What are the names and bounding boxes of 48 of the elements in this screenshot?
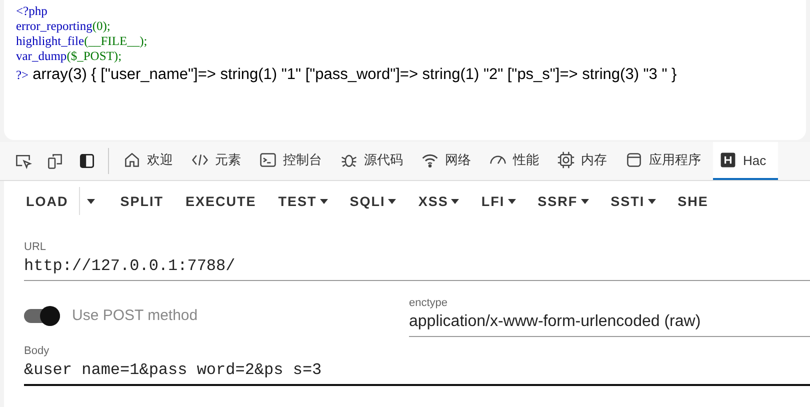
code-line: error_reporting(0);	[16, 19, 112, 34]
tab-icon	[625, 151, 643, 169]
code-line: highlight_file(__FILE__);	[16, 34, 148, 49]
body-field[interactable]: &user name=1&pass word=2&ps s=3	[24, 357, 810, 386]
php-closing-tag: ?>	[16, 68, 29, 83]
caret-icon	[388, 198, 396, 204]
menu-button[interactable]: EXECUTE	[174, 188, 268, 214]
url-label: URL	[24, 241, 48, 253]
menu-button[interactable]: SQLI	[338, 188, 408, 214]
devtools-tab[interactable]: 应用程序	[619, 142, 713, 180]
devtools-tab[interactable]: 控制台	[253, 142, 334, 180]
menu-button[interactable]: SHE	[666, 188, 720, 214]
enctype-field[interactable]: application/x-www-form-urlencoded (raw)	[409, 309, 810, 337]
menu-button[interactable]: LFI	[470, 188, 527, 214]
toggle-label: Use POST method	[72, 307, 198, 324]
enctype-label: enctype	[409, 297, 449, 309]
caret-icon	[648, 198, 656, 204]
devtools-tab[interactable]: 内存	[551, 142, 619, 180]
devtools-tab[interactable]: 欢迎	[117, 142, 185, 180]
tab-icon	[259, 151, 277, 169]
devtools-tab[interactable]: 网络	[415, 142, 483, 180]
body-label: Body	[24, 345, 50, 357]
var-dump-output: array(3) { ["user_name"]=> string(1) "1" ["pass_word"]=> string(1) "2" ["ps_s"]=> string(3) "3 " }	[32, 66, 677, 84]
devtools-tab[interactable]: Hac	[713, 142, 778, 180]
tab-icon	[557, 151, 575, 169]
url-field[interactable]: http://127.0.0.1:7788/	[24, 253, 810, 281]
post-toggle[interactable]	[24, 308, 60, 322]
devtools-tab[interactable]: 源代码	[334, 142, 415, 180]
letter-h-icon	[719, 151, 737, 169]
caret-icon	[86, 198, 95, 204]
caret-icon	[451, 198, 460, 204]
menu-button[interactable]: TEST	[267, 188, 339, 214]
code-line: <?php	[16, 4, 48, 19]
menu-button[interactable]: LOAD	[15, 188, 80, 214]
code-line: var_dump($_POST);	[16, 49, 123, 64]
devtools-tab[interactable]: 性能	[483, 142, 551, 180]
caret-icon	[508, 198, 516, 204]
panel-icon[interactable]	[78, 152, 96, 170]
inspect-icon[interactable]	[14, 152, 32, 170]
menu-button[interactable]: SSRF	[526, 188, 600, 214]
menu-button[interactable]: XSS	[407, 188, 470, 214]
device-icon[interactable]	[46, 152, 64, 170]
menu-button[interactable]: SSTI	[600, 188, 667, 214]
caret-icon	[580, 198, 589, 204]
caret-icon	[320, 198, 328, 204]
tab-icon	[123, 151, 141, 169]
menu-button[interactable]: SPLIT	[109, 188, 175, 214]
devtools-tab[interactable]: 元素	[185, 142, 253, 180]
